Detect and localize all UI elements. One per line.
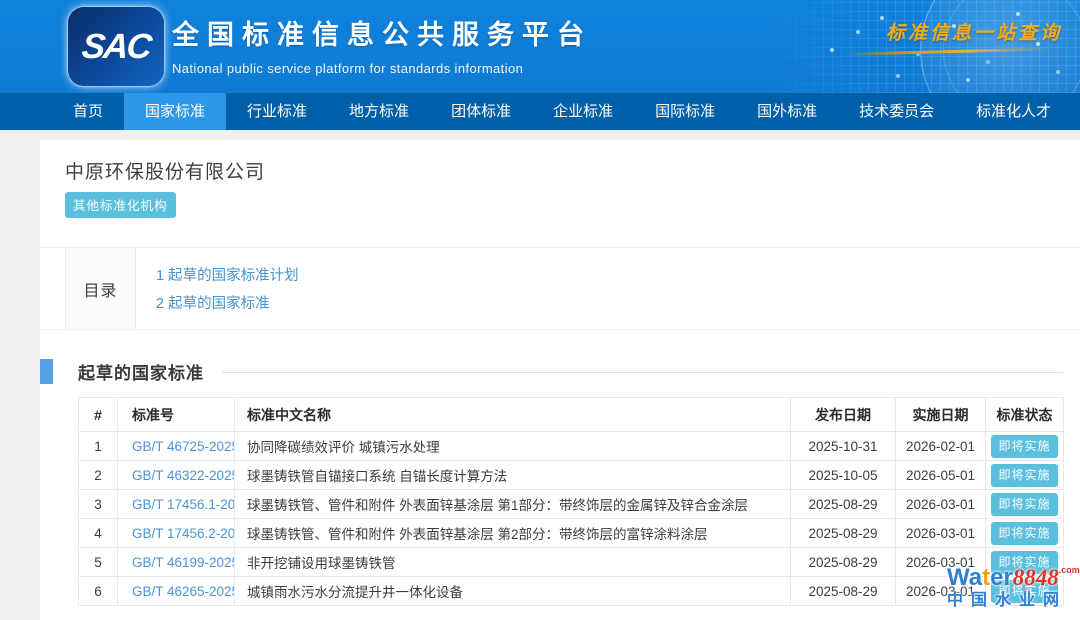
standard-code-link[interactable]: GB/T 17456.1-2025: [132, 497, 235, 512]
status-badge: 即将实施: [991, 435, 1057, 458]
toc-links: 1 起草的国家标准计划 2 起草的国家标准: [136, 248, 299, 329]
table-header-row: #标准号标准中文名称发布日期实施日期标准状态: [79, 398, 1064, 432]
section-marker-icon: [40, 359, 53, 384]
table-row: 2 GB/T 46322-2025球墨铸铁管自锚接口系统 自锚长度计算方法2025…: [79, 461, 1064, 490]
content-card: 中原环保股份有限公司 其他标准化机构 目录 1 起草的国家标准计划 2 起草的国家…: [40, 140, 1080, 620]
status-cell: 即将实施: [986, 461, 1064, 490]
toc-link-2[interactable]: 2 起草的国家标准: [156, 292, 299, 313]
row-index: 5: [79, 548, 118, 577]
main-nav: 首页国家标准行业标准地方标准团体标准企业标准国际标准国外标准技术委员会标准化人才: [0, 93, 1080, 130]
row-index: 3: [79, 490, 118, 519]
col-header-1: #: [79, 398, 118, 432]
col-header-5: 实施日期: [896, 398, 986, 432]
standard-code-link[interactable]: GB/T 46199-2025: [132, 555, 235, 570]
implement-date-cell: 2026-03-01: [896, 519, 986, 548]
col-header-4: 发布日期: [791, 398, 896, 432]
standard-name-cell: 球墨铸铁管、管件和附件 外表面锌基涂层 第1部分：带终饰层的金属锌及锌合金涂层: [235, 490, 791, 519]
row-index: 4: [79, 519, 118, 548]
water8848-watermark: Water8848.com 中国水业网: [947, 566, 1079, 609]
watermark-number: 8848: [1013, 565, 1059, 590]
implement-date-cell: 2026-03-01: [896, 490, 986, 519]
status-badge: 即将实施: [991, 493, 1057, 516]
watermark-site-name: 中国水业网: [947, 593, 1079, 609]
nav-item-6[interactable]: 企业标准: [532, 93, 634, 130]
table-row: 3 GB/T 17456.1-2025球墨铸铁管、管件和附件 外表面锌基涂层 第1…: [79, 490, 1064, 519]
implement-date-cell: 2026-05-01: [896, 461, 986, 490]
org-type-badge: 其他标准化机构: [65, 192, 176, 218]
toc: 目录 1 起草的国家标准计划 2 起草的国家标准: [40, 247, 1080, 330]
standard-code-link[interactable]: GB/T 17456.2-2025: [132, 526, 235, 541]
section-rule-decoration: [222, 372, 1063, 373]
standard-code-cell: GB/T 46265-2025: [118, 577, 235, 606]
standard-code-link[interactable]: GB/T 46322-2025: [132, 468, 235, 483]
nav-item-4[interactable]: 地方标准: [328, 93, 430, 130]
standard-code-cell: GB/T 17456.1-2025: [118, 490, 235, 519]
row-index: 2: [79, 461, 118, 490]
status-cell: 即将实施: [986, 432, 1064, 461]
nav-item-10[interactable]: 标准化人才: [955, 93, 1072, 130]
nav-item-2[interactable]: 国家标准: [124, 93, 226, 130]
status-cell: 即将实施: [986, 519, 1064, 548]
publish-date-cell: 2025-08-29: [791, 577, 896, 606]
site-title: 全国标准信息公共服务平台: [172, 13, 592, 52]
toc-link-1[interactable]: 1 起草的国家标准计划: [156, 264, 299, 285]
standard-code-cell: GB/T 46199-2025: [118, 548, 235, 577]
table-row: 6 GB/T 46265-2025城镇雨水污水分流提升井一体化设备2025-08-…: [79, 577, 1064, 606]
implement-date-cell: 2026-02-01: [896, 432, 986, 461]
company-name: 中原环保股份有限公司: [65, 157, 1080, 184]
nav-item-8[interactable]: 国外标准: [736, 93, 838, 130]
row-index: 1: [79, 432, 118, 461]
nav-item-1[interactable]: 首页: [52, 93, 124, 130]
section-title: 起草的国家标准: [78, 359, 204, 384]
section-header: 起草的国家标准: [40, 358, 1080, 384]
col-header-3: 标准中文名称: [235, 398, 791, 432]
status-badge: 即将实施: [991, 464, 1057, 487]
nav-item-7[interactable]: 国际标准: [634, 93, 736, 130]
publish-date-cell: 2025-08-29: [791, 548, 896, 577]
table-row: 5GB/T 46199-2025非开挖铺设用球墨铸铁管2025-08-29202…: [79, 548, 1064, 577]
status-badge: 即将实施: [991, 522, 1057, 545]
table-row: 1 GB/T 46725-2025协同降碳绩效评价 城镇污水处理2025-10-3…: [79, 432, 1064, 461]
status-cell: 即将实施: [986, 490, 1064, 519]
nav-item-9[interactable]: 技术委员会: [838, 93, 955, 130]
sac-logo[interactable]: SAC: [68, 7, 164, 86]
standards-table: #标准号标准中文名称发布日期实施日期标准状态 1 GB/T 46725-2025协…: [78, 397, 1064, 606]
standard-name-cell: 城镇雨水污水分流提升井一体化设备: [235, 577, 791, 606]
publish-date-cell: 2025-08-29: [791, 519, 896, 548]
watermark-wa: Wa: [947, 564, 982, 591]
publish-date-cell: 2025-10-31: [791, 432, 896, 461]
watermark-er: er: [990, 564, 1013, 591]
site-title-block: 全国标准信息公共服务平台 National public service pla…: [172, 13, 592, 76]
standards-table-wrap: #标准号标准中文名称发布日期实施日期标准状态 1 GB/T 46725-2025协…: [78, 397, 1063, 606]
col-header-6: 标准状态: [986, 398, 1064, 432]
header-slogan-text: 标准信息一站查询: [844, 18, 1062, 45]
sac-logo-text: SAC: [80, 27, 152, 67]
table-row: 4 GB/T 17456.2-2025球墨铸铁管、管件和附件 外表面锌基涂层 第2…: [79, 519, 1064, 548]
standard-code-cell: GB/T 46322-2025: [118, 461, 235, 490]
watermark-com: .com: [1059, 565, 1080, 575]
nav-item-5[interactable]: 团体标准: [430, 93, 532, 130]
toc-label: 目录: [65, 248, 136, 329]
publish-date-cell: 2025-10-05: [791, 461, 896, 490]
nav-item-3[interactable]: 行业标准: [226, 93, 328, 130]
watermark-t: t: [982, 564, 990, 591]
row-index: 6: [79, 577, 118, 606]
standard-code-cell: GB/T 17456.2-2025: [118, 519, 235, 548]
publish-date-cell: 2025-08-29: [791, 490, 896, 519]
standard-code-link[interactable]: GB/T 46725-2025: [132, 439, 235, 454]
standard-code-cell: GB/T 46725-2025: [118, 432, 235, 461]
col-header-2: 标准号: [118, 398, 235, 432]
site-header: SAC 全国标准信息公共服务平台 National public service…: [0, 0, 1080, 93]
standard-name-cell: 球墨铸铁管、管件和附件 外表面锌基涂层 第2部分：带终饰层的富锌涂料涂层: [235, 519, 791, 548]
watermark-logo: Water8848.com: [947, 566, 1079, 590]
standard-name-cell: 非开挖铺设用球墨铸铁管: [235, 548, 791, 577]
site-subtitle: National public service platform for sta…: [172, 61, 592, 76]
standard-name-cell: 球墨铸铁管自锚接口系统 自锚长度计算方法: [235, 461, 791, 490]
standard-code-link[interactable]: GB/T 46265-2025: [132, 584, 235, 599]
header-slogan: 标准信息一站查询: [844, 18, 1062, 53]
standard-name-cell: 协同降碳绩效评价 城镇污水处理: [235, 432, 791, 461]
